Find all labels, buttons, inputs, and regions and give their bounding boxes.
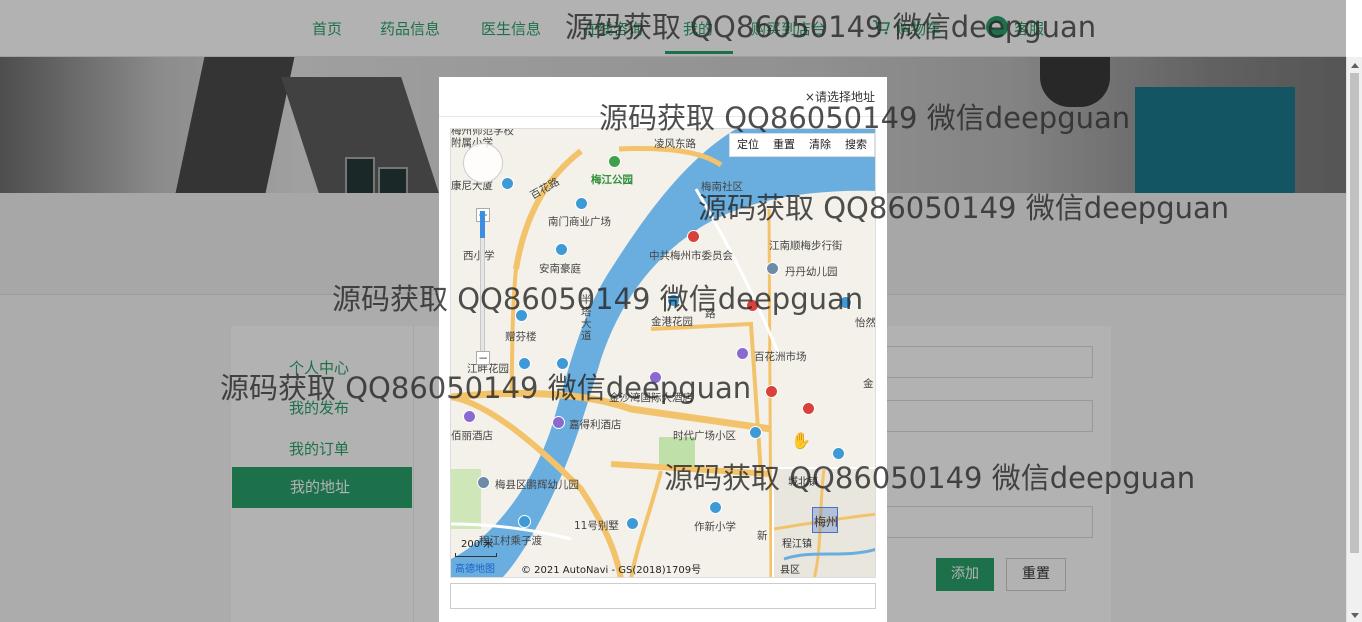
scroll-up-icon[interactable] [1351,63,1359,68]
scrollbar-top-strip [1346,0,1362,57]
poi-marker-icon[interactable] [736,347,749,360]
map-pan-control[interactable] [463,143,503,183]
map-label: 梅南社区 [701,181,743,193]
map-label: 梅县区鹏辉幼儿园 [495,479,579,491]
map-label: 南门商业广场 [548,216,611,228]
poi-marker-icon[interactable] [518,515,531,528]
map-label: 时代广场小区 [673,430,736,442]
map-label: 新 [757,530,768,542]
map-label: 金沙湾国际大酒店 [609,392,693,404]
poi-marker-icon[interactable] [626,517,639,530]
poi-marker-icon[interactable] [802,402,815,415]
map-label: 金 [863,378,874,390]
dialog-header: ×请选择地址 [439,77,887,117]
poi-marker-icon[interactable] [749,426,762,439]
poi-marker-icon[interactable] [552,416,565,429]
page: 首页 药品信息 医生信息 在线咨询 我的 购买到店台 购物车 客服 个人中心 我… [0,0,1362,622]
overview-label: 城北镇 [788,477,818,488]
map-toolbar: 定位 重置 清除 搜索 [729,133,875,157]
map-label: 11号别墅 [574,520,619,532]
map-label: 作新小学 [694,521,736,533]
dialog-title-text: 请选择地址 [814,90,875,104]
map-label: 凌风东路 [654,138,696,150]
map-label: 金港花园 [651,316,693,328]
map-label: 西小学 [463,250,495,262]
map-label: 怡然楼 [855,317,876,329]
poi-marker-icon[interactable] [477,476,490,489]
poi-marker-icon[interactable] [765,385,778,398]
poi-marker-icon[interactable] [766,262,779,275]
poi-marker-icon[interactable] [687,230,700,243]
poi-marker-icon[interactable] [832,447,845,460]
close-icon[interactable]: × [805,90,815,104]
map-locate-button[interactable]: 定位 [730,134,766,156]
overview-label: 梅州 [814,515,839,529]
map-label: 半塔大道 [581,294,592,342]
map-reset-button[interactable]: 重置 [766,134,802,156]
map-view[interactable]: 定位 重置 清除 搜索 凌风东路 梅州师范学校附属小学 梅江公园 百花路 梅南社… [450,128,876,578]
map-label: 梅江公园 [591,174,633,186]
map-search-button[interactable]: 搜索 [838,134,874,156]
map-overview[interactable]: 城北镇 梅州 程江镇 县区 [772,467,875,577]
map-label: 安南豪庭 [539,263,581,275]
overview-label: 县区 [780,565,800,576]
map-label: 赠芬楼 [505,331,537,343]
page-scrollbar[interactable] [1346,57,1362,622]
zoom-out-icon[interactable]: − [476,351,490,365]
map-scale-text: 200 米 [461,539,494,550]
map-label: 百花洲市场 [754,351,807,363]
poi-marker-icon[interactable] [556,357,569,370]
address-picker-dialog: ×请选择地址 定位 重置 清除 搜索 凌风东路 梅州师范学校附属小学 梅江公园 … [439,77,887,622]
map-label: 嘉得利酒店 [569,419,622,431]
dialog-title: ×请选择地址 [805,88,875,105]
map-label: 路 [705,308,716,320]
map-scale-bar [455,553,497,557]
poi-marker-icon[interactable] [608,155,621,168]
poi-marker-icon[interactable] [746,299,759,312]
poi-marker-icon[interactable] [839,296,852,309]
overview-label: 程江镇 [782,539,812,550]
poi-marker-icon[interactable] [709,501,722,514]
map-provider-logo: 高德地图 [455,564,495,575]
poi-marker-icon[interactable] [518,357,531,370]
poi-marker-icon[interactable] [649,371,662,384]
scrollbar-thumb[interactable] [1350,73,1359,553]
map-copyright: © 2021 AutoNavi - GS(2018)1709号 [521,565,702,576]
hand-cursor-icon: ✋ [791,431,811,450]
poi-marker-icon[interactable] [575,197,588,210]
map-label: 中共梅州市委员会 [649,250,733,262]
selected-address-input[interactable] [450,583,876,609]
poi-marker-icon[interactable] [667,294,680,307]
map-label: 佰丽酒店 [451,430,493,442]
map-label: 丹丹幼儿园 [785,266,838,278]
poi-marker-icon[interactable] [555,243,568,256]
scroll-down-icon[interactable] [1351,613,1359,618]
poi-marker-icon[interactable] [501,177,514,190]
poi-marker-icon[interactable] [515,309,528,322]
poi-marker-icon[interactable] [463,410,476,423]
map-label: 江南顺梅步行街 [769,240,843,252]
zoom-level-indicator [480,211,485,238]
map-clear-button[interactable]: 清除 [802,134,838,156]
